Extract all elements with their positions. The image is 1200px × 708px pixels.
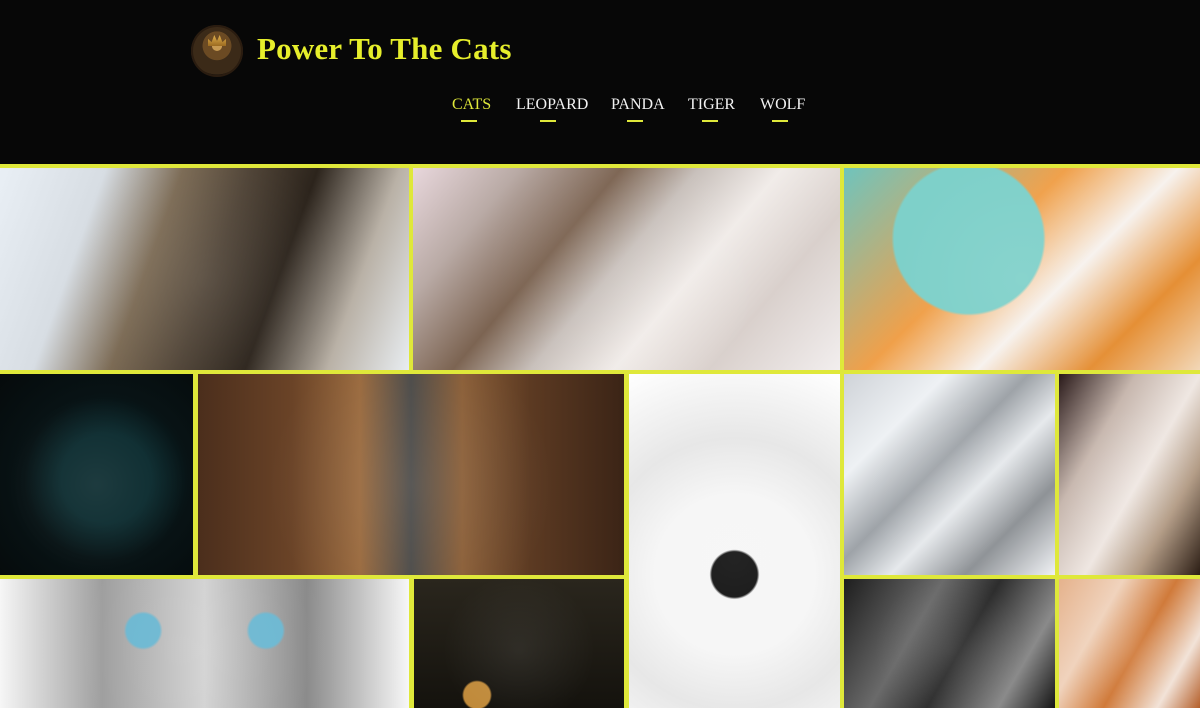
orange-cat-photo[interactable] xyxy=(1059,579,1200,708)
nav-underline-tiger xyxy=(702,120,718,122)
nav-item-cats[interactable]: CATS xyxy=(452,96,491,114)
nav-underline-cats xyxy=(461,120,477,122)
nav-item-panda[interactable]: PANDA xyxy=(611,96,665,114)
kitten-paws-photo[interactable] xyxy=(413,168,840,370)
black-cat-eyes-photo[interactable] xyxy=(0,374,193,575)
site-title[interactable]: Power To The Cats xyxy=(257,31,512,67)
nav-item-tiger[interactable]: TIGER xyxy=(688,96,735,114)
crown-ornament-photo[interactable] xyxy=(414,579,624,708)
grey-kitten-standing-photo[interactable] xyxy=(198,374,624,575)
nav-underline-panda xyxy=(627,120,643,122)
grey-tabby-cat-photo[interactable] xyxy=(844,579,1055,708)
silver-tabby-kitten-photo[interactable] xyxy=(844,374,1055,575)
tabby-cat-photo[interactable] xyxy=(0,168,409,370)
nav-item-leopard[interactable]: LEOPARD xyxy=(516,96,588,114)
nav-underline-wolf xyxy=(772,120,788,122)
orange-white-cat-licking-photo[interactable] xyxy=(844,168,1200,370)
nav-underline-leopard xyxy=(540,120,556,122)
site-header: Power To The Cats CATS LEOPARD PANDA TIG… xyxy=(0,0,1200,164)
black-white-cat-in-blanket-photo[interactable] xyxy=(629,374,840,708)
cat-photo-gallery xyxy=(0,164,1200,708)
nav-item-wolf[interactable]: WOLF xyxy=(760,96,805,114)
blue-eyes-cat-closeup-photo[interactable] xyxy=(0,579,409,708)
white-kitten-photo[interactable] xyxy=(1059,374,1200,575)
crown-cat-logo-icon[interactable] xyxy=(191,25,243,77)
